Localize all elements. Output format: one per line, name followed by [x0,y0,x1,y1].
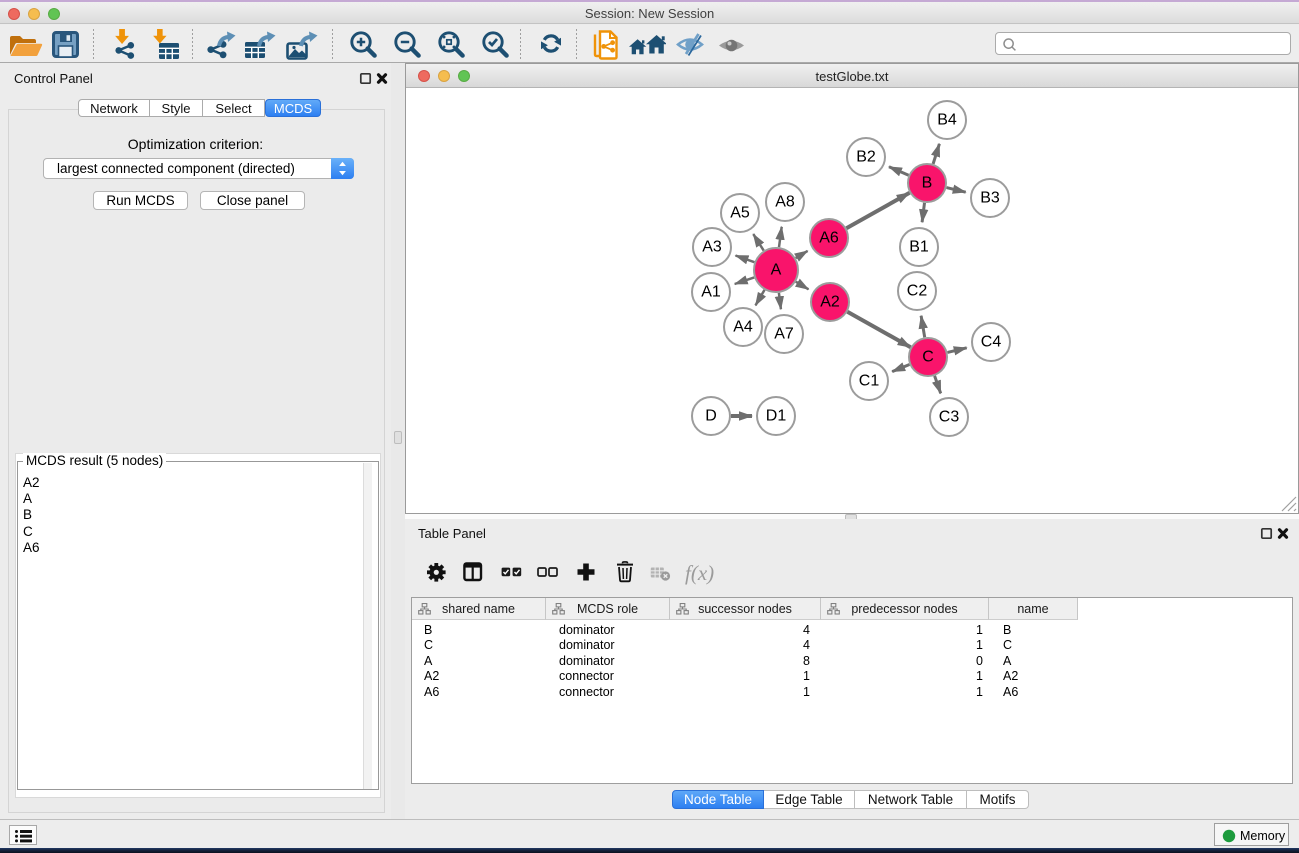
svg-text:A6: A6 [819,230,839,247]
svg-text:B: B [922,175,933,192]
svg-text:B2: B2 [856,149,876,166]
svg-text:A4: A4 [733,319,753,336]
svg-text:A1: A1 [701,284,721,301]
svg-text:A3: A3 [702,239,722,256]
svg-text:D: D [705,408,717,425]
svg-text:C3: C3 [939,409,960,426]
svg-text:A8: A8 [775,194,795,211]
svg-text:A: A [771,262,782,279]
svg-text:D1: D1 [766,408,787,425]
svg-text:C4: C4 [981,334,1002,351]
svg-text:C1: C1 [859,373,880,390]
svg-text:B3: B3 [980,190,1000,207]
svg-text:C: C [922,349,934,366]
svg-text:A5: A5 [730,205,750,222]
svg-text:A7: A7 [774,326,794,343]
svg-text:B1: B1 [909,239,929,256]
svg-text:C2: C2 [907,283,928,300]
svg-text:B4: B4 [937,112,957,129]
svg-text:A2: A2 [820,294,840,311]
